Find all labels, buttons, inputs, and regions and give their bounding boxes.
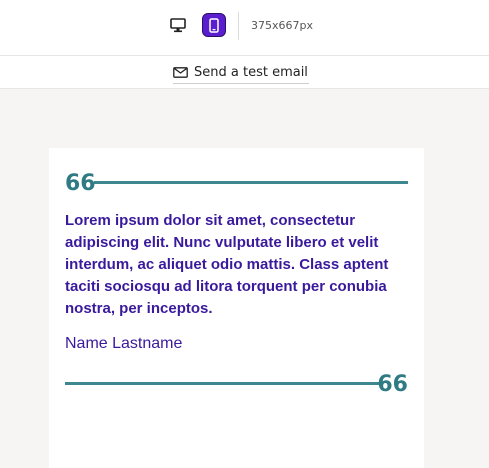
top-divider-line [94,181,408,184]
quote-top-rule: 66 [65,173,408,195]
email-preview-canvas: 66 Lorem ipsum dolor sit amet, consectet… [0,89,489,468]
viewport-size-label: 375x667px [251,19,313,32]
quote-author: Name Lastname [65,335,183,352]
email-card: 66 Lorem ipsum dolor sit amet, consectet… [49,148,424,468]
monitor-icon [170,17,186,32]
open-quote-icon: 66 [65,171,96,196]
send-test-email-label: Send a test email [194,65,308,80]
preview-toolbar: 375x667px [0,0,489,56]
envelope-icon [173,67,188,78]
send-test-email-button[interactable]: Send a test email [173,62,309,84]
toolbar-divider [238,12,239,40]
quote-bottom-rule: 66 [65,374,408,396]
email-bar: Send a test email [0,56,489,89]
phone-icon [209,17,219,33]
close-quote-icon: 66 [377,372,408,397]
quote-text: Lorem ipsum dolor sit amet, consectetur … [65,212,389,317]
desktop-view-button[interactable] [166,13,190,37]
mobile-view-button[interactable] [202,13,226,37]
bottom-divider-line [65,382,379,385]
